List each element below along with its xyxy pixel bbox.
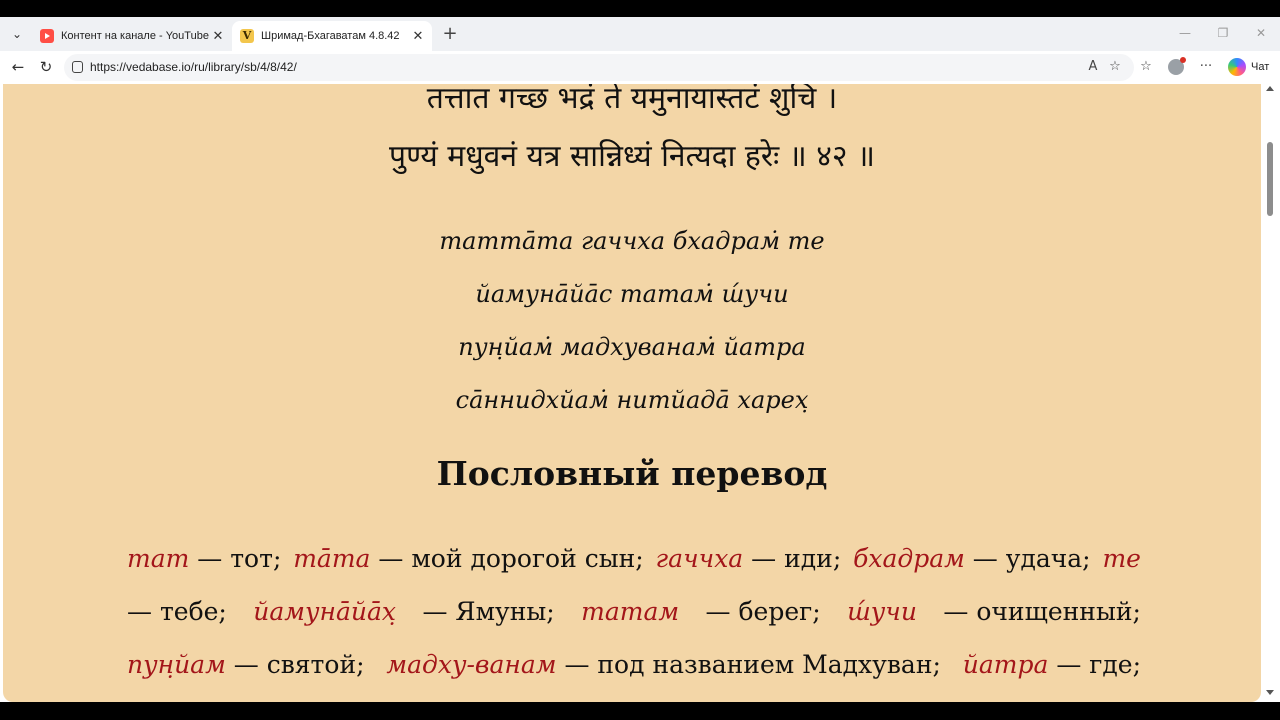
synonym-item: гаччха — иди; (656, 532, 842, 585)
synonym-meaning: — тот; (197, 544, 282, 573)
synonym-meaning: — Ямуны; (422, 597, 555, 626)
transliteration-line: пун̣йам̇ мадхуванам̇ йатра (458, 333, 806, 361)
synonym-term-link[interactable]: йамуна̄йа̄х̣ (253, 585, 396, 638)
chat-label[interactable]: Чат (1251, 51, 1269, 84)
tab-title: Контент на канале - YouTube Studio (61, 30, 210, 42)
scroll-up-arrow-icon[interactable] (1266, 86, 1274, 91)
copilot-icon[interactable] (1228, 58, 1246, 76)
address-bar[interactable]: https://vedabase.io/ru/library/sb/4/8/42… (64, 54, 1134, 81)
favorites-list-icon[interactable]: ☆ (1136, 57, 1156, 77)
synonym-meaning: — тебе; (127, 597, 227, 626)
url-text[interactable]: https://vedabase.io/ru/library/sb/4/8/42… (90, 54, 297, 81)
close-icon[interactable]: ✕ (410, 28, 426, 44)
close-window-icon[interactable]: ✕ (1242, 17, 1280, 51)
vedabase-icon: V (240, 29, 254, 43)
synonym-item: йатра — где; (963, 638, 1141, 691)
restore-icon[interactable]: ❐ (1204, 17, 1242, 51)
transliteration-line: йамуна̄йа̄с татам̇ ш́учи (475, 280, 789, 308)
synonym-item: тат — тот; (127, 532, 281, 585)
close-icon[interactable]: ✕ (210, 28, 226, 44)
synonym-term-link[interactable]: те (1102, 544, 1141, 573)
verse-content: तत्तात गच्छ भद्रं ते यमुनायास्तटं शुचि ।… (3, 84, 1261, 702)
synonym-term-link[interactable]: бхадрам (853, 544, 965, 573)
synonym-item: мадху-ванам — под названием Мадхуван; (386, 638, 941, 691)
synonym-meaning: — удача; (972, 544, 1091, 573)
synonyms-heading: Пословный перевод (436, 454, 828, 493)
synonym-meaning: — где; (1056, 650, 1141, 679)
screen-top-border (0, 0, 1280, 17)
devanagari-line: पुण्यं मधुवनं यत्र सान्निध्यं नित्यदा हर… (389, 139, 875, 174)
synonym-term-link[interactable]: татам (581, 585, 679, 638)
vertical-scrollbar[interactable] (1264, 84, 1276, 702)
browser-toolbar: ← ↻ https://vedabase.io/ru/library/sb/4/… (0, 51, 1280, 84)
synonyms-paragraph: тат — тот; та̄та — мой дорогой сын; гачч… (127, 532, 1141, 691)
scroll-down-arrow-icon[interactable] (1266, 690, 1274, 695)
tab-youtube-studio[interactable]: Контент на канале - YouTube Studio ✕ (32, 21, 232, 51)
screen-bottom-border (0, 702, 1280, 720)
tab-vedabase[interactable]: V Шримад-Бхагаватам 4.8.42 ✕ (232, 21, 432, 51)
transliteration-line: са̄ннидхйам̇ нитйада̄ харех̣ (455, 386, 809, 414)
synonym-term-link[interactable]: мадху-ванам (386, 650, 556, 679)
synonym-term-link[interactable]: та̄та (293, 544, 370, 573)
synonyms-line: пун̣йам — святой; мадху-ванам — под назв… (127, 638, 1141, 691)
tab-list-chevron-icon[interactable]: ⌄ (8, 25, 26, 43)
window-controls: — ❐ ✕ (1166, 17, 1280, 51)
devanagari-line: तत्तात गच्छ भद्रं ते यमुनायास्तटं शुचि । (426, 84, 838, 116)
minimize-icon[interactable]: — (1166, 17, 1204, 51)
synonym-item: та̄та — мой дорогой сын; (293, 532, 643, 585)
notification-dot-icon (1180, 57, 1186, 63)
favorite-star-icon[interactable]: ☆ (1106, 58, 1124, 76)
synonym-meaning: — берег; (705, 597, 821, 626)
synonym-meaning: — святой; (233, 650, 365, 679)
synonym-item: пун̣йам — святой; (127, 638, 365, 691)
synonym-term-link[interactable]: тат (127, 544, 189, 573)
synonyms-line: — тебе; йамуна̄йа̄х̣ — Ямуны; татам — бе… (127, 585, 1141, 638)
more-menu-icon[interactable]: ··· (1196, 57, 1216, 77)
synonym-term-link[interactable]: йатра (963, 650, 1049, 679)
youtube-studio-icon (40, 29, 54, 43)
synonyms-line: тат — тот; та̄та — мой дорогой сын; гачч… (127, 532, 1141, 585)
synonym-term-link[interactable]: пун̣йам (127, 650, 226, 679)
synonym-item: бхадрам — удача; (853, 532, 1091, 585)
synonym-meaning: — очищенный; (943, 597, 1141, 626)
transliteration-line: татта̄та гаччха бхадрам̇ те (439, 227, 825, 255)
synonym-term-link[interactable]: ш́учи (847, 585, 917, 638)
scrollbar-thumb[interactable] (1267, 142, 1273, 216)
page-viewport: तत्तात गच्छ भद्रं ते यमुनायास्तटं शुचि ।… (0, 84, 1280, 702)
reload-icon[interactable]: ↻ (36, 57, 56, 77)
synonym-meaning: — иди; (751, 544, 842, 573)
synonym-meaning: — под названием Мадхуван; (564, 650, 941, 679)
lock-icon[interactable] (72, 61, 83, 73)
tab-strip: ⌄ Контент на канале - YouTube Studio ✕ V… (0, 17, 1280, 51)
synonym-term-link[interactable]: гаччха (656, 544, 744, 573)
back-arrow-icon[interactable]: ← (8, 57, 28, 77)
synonym-meaning: — мой дорогой сын; (378, 544, 644, 573)
synonym-item: те (1102, 532, 1141, 585)
tab-title: Шримад-Бхагаватам 4.8.42 (261, 30, 400, 42)
read-aloud-icon[interactable]: A (1084, 58, 1102, 76)
new-tab-plus-icon[interactable]: + (440, 24, 460, 44)
